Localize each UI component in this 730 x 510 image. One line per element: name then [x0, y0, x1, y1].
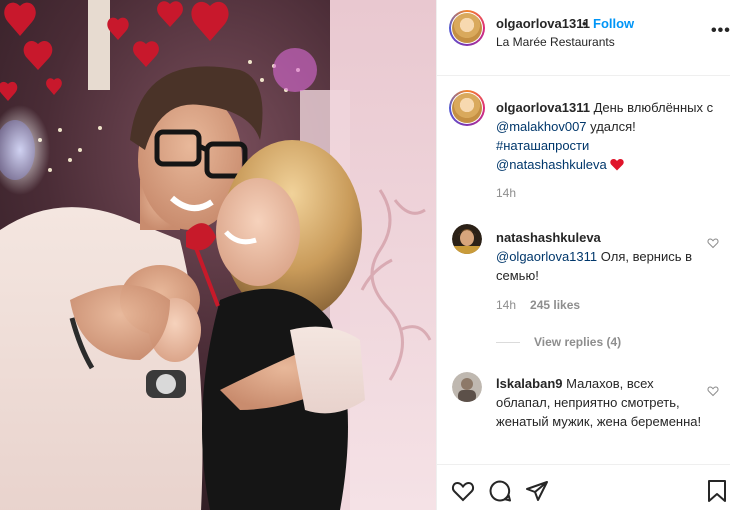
- share-icon[interactable]: [525, 479, 549, 503]
- more-options-icon[interactable]: •••: [711, 22, 730, 40]
- avatar-image: [452, 13, 482, 43]
- comment-text: natashashkuleva @olgaorlova1311 Оля, вер…: [496, 228, 696, 285]
- heart-emoji-icon: [610, 157, 625, 176]
- comment-text: lskalaban9 Малахов, всех облапал, неприя…: [496, 374, 706, 431]
- heart-icon[interactable]: [707, 384, 719, 397]
- author-username[interactable]: olgaorlova1311: [496, 16, 590, 31]
- caption-mention[interactable]: @malakhov007: [496, 119, 587, 134]
- caption-avatar[interactable]: [449, 90, 485, 126]
- post-header: olgaorlova1311 • Follow La Marée Restaur…: [437, 0, 730, 76]
- post-actions-bar: [437, 464, 730, 510]
- comment-username[interactable]: natashashkuleva: [496, 230, 601, 245]
- commenter-avatar[interactable]: [452, 372, 482, 402]
- replies-divider: [496, 342, 520, 343]
- bookmark-icon[interactable]: [705, 479, 729, 503]
- caption-body-1: День влюблённых с: [593, 100, 714, 115]
- comment-likes[interactable]: 245 likes: [530, 298, 580, 312]
- comment-icon[interactable]: [488, 479, 512, 503]
- comment-username[interactable]: lskalaban9: [496, 376, 563, 391]
- post-side-panel: olgaorlova1311 • Follow La Marée Restaur…: [436, 0, 730, 510]
- caption-hashtag[interactable]: #наташапрости: [496, 138, 589, 153]
- caption-username[interactable]: olgaorlova1311: [496, 100, 590, 115]
- caption-mention-2[interactable]: @natashashkuleva: [496, 157, 607, 172]
- comment-meta: 14h 245 likes: [496, 298, 580, 312]
- commenter-avatar[interactable]: [452, 224, 482, 254]
- author-avatar[interactable]: [449, 10, 485, 46]
- comment-mention[interactable]: @olgaorlova1311: [496, 249, 597, 264]
- caption-time: 14h: [496, 186, 517, 200]
- heart-icon[interactable]: [451, 479, 475, 503]
- view-replies-button[interactable]: View replies (4): [534, 335, 621, 349]
- instagram-post-view: olgaorlova1311 • Follow La Marée Restaur…: [0, 0, 730, 510]
- photo-illustration: [0, 0, 436, 510]
- caption-body-2: удался!: [590, 119, 636, 134]
- comments-list[interactable]: olgaorlova1311 День влюблённых с @malakh…: [437, 76, 730, 464]
- heart-icon[interactable]: [707, 236, 719, 249]
- header-separator: •: [582, 16, 587, 31]
- caption-text: olgaorlova1311 День влюблённых с @malakh…: [496, 98, 721, 176]
- location-link[interactable]: La Marée Restaurants: [496, 35, 615, 49]
- avatar-image: [452, 93, 482, 123]
- comment-time: 14h: [496, 298, 517, 312]
- follow-button[interactable]: Follow: [593, 16, 634, 31]
- post-photo[interactable]: [0, 0, 436, 510]
